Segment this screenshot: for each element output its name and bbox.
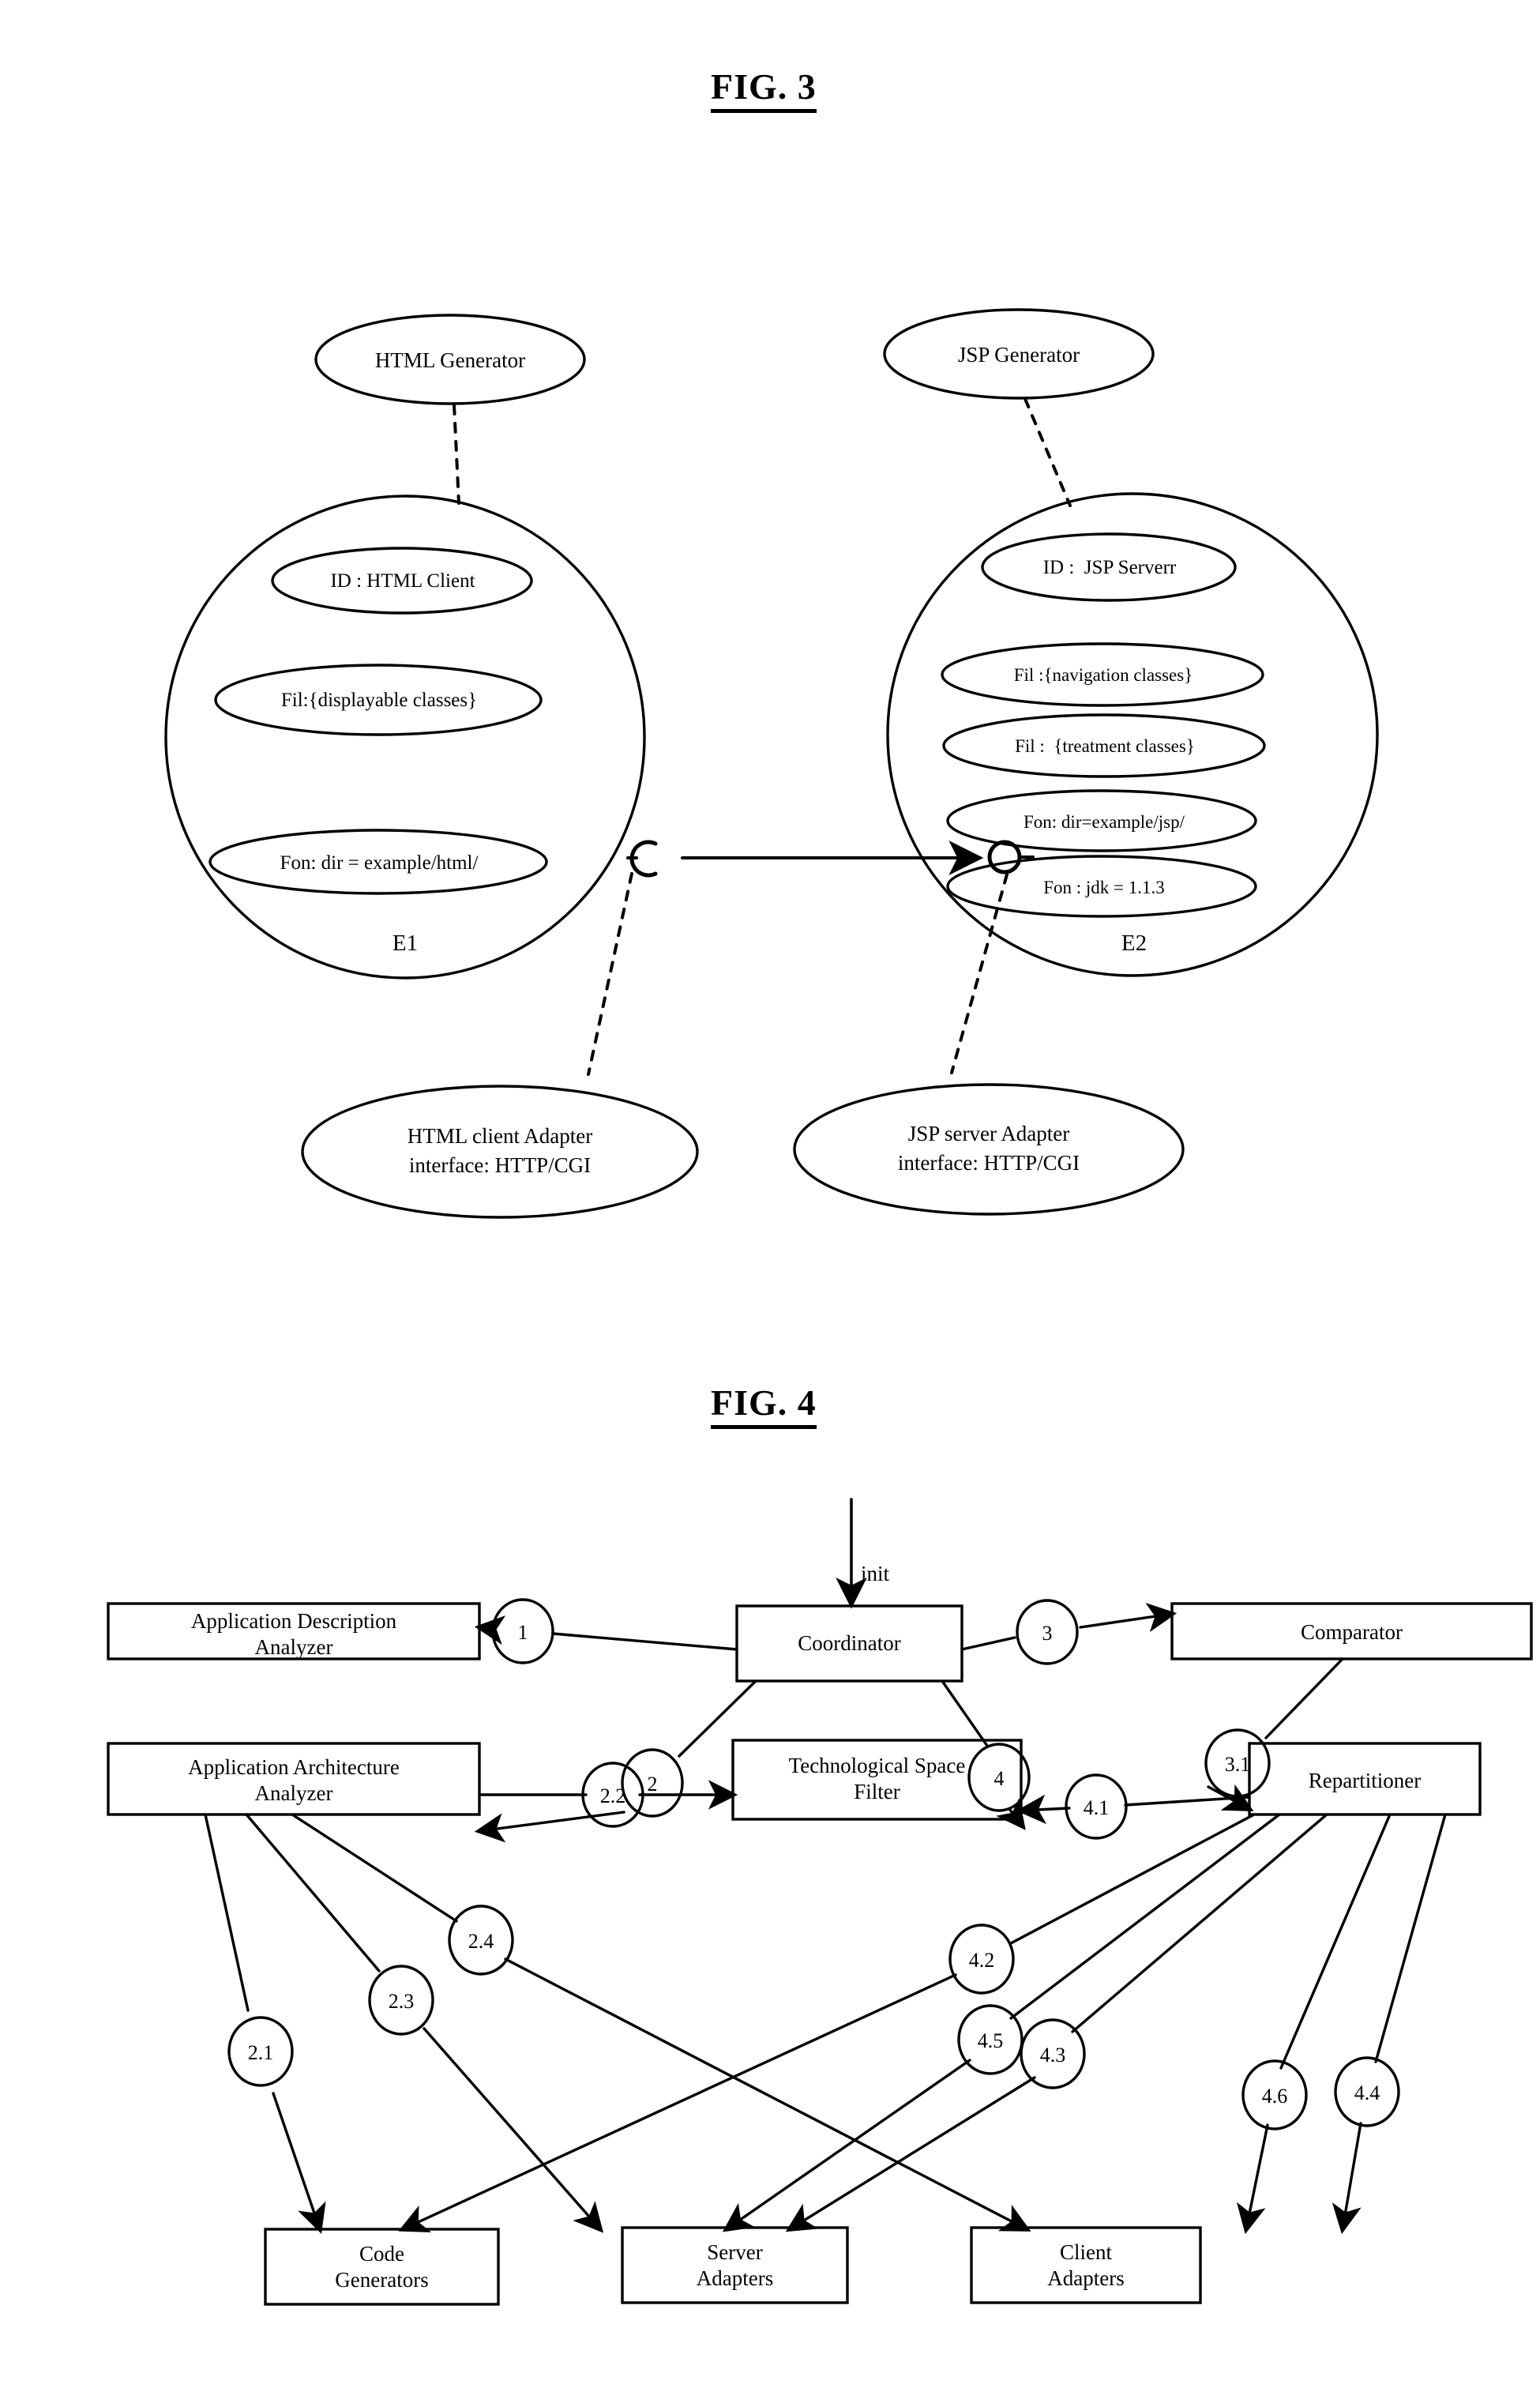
ellipse-e1-attr-1: [214, 664, 543, 736]
flow-line-45b: [722, 2059, 971, 2232]
flow-line-3a: [960, 1636, 1016, 1651]
dashed-link-html-generator: [453, 404, 460, 505]
drawing-linework: [107, 308, 1533, 2306]
ellipse-jsp-generator: [883, 308, 1155, 400]
rect-client-adapters: [970, 2226, 1202, 2304]
flow-line-23a: [245, 1813, 381, 1972]
flow-line-4a: [941, 1679, 989, 1747]
rect-server-adapters: [621, 2226, 849, 2304]
circle-flow-1: [491, 1598, 554, 1664]
ellipse-e1-attr-2: [208, 829, 548, 895]
circle-flow-4-2: [948, 1924, 1015, 1995]
flow-line-21a: [204, 1813, 250, 2012]
circle-flow-4-1: [1065, 1773, 1128, 1840]
rect-coordinator: [735, 1604, 963, 1683]
rect-application-description-analyzer: [107, 1602, 481, 1660]
ellipse-e2-attr-0: [981, 532, 1237, 602]
flow-line-2a: [678, 1679, 757, 1758]
patent-drawing-sheet: FIG. 3 HTML Generator JSP Generator ID :…: [0, 0, 1540, 2403]
rect-repartitioner: [1248, 1742, 1482, 1816]
flow-line-2b: [474, 1811, 625, 1843]
ellipse-jsp-server-adapter: [793, 1083, 1185, 1216]
flow-line-42b: [398, 1973, 957, 2232]
circle-flow-2-2: [581, 1762, 644, 1828]
circle-flow-4-6: [1241, 2059, 1308, 2130]
circle-flow-2: [621, 1748, 684, 1818]
ellipse-html-generator: [314, 314, 586, 405]
circle-component-e1: [164, 495, 646, 980]
flow-line-21b: [272, 2092, 326, 2234]
circle-flow-4-5: [957, 2004, 1024, 2075]
circle-component-e2: [886, 492, 1379, 977]
flow-line-23b: [423, 2027, 604, 2233]
rect-code-generators: [264, 2228, 500, 2306]
flow-line-1a: [551, 1632, 738, 1651]
flow-line-44b: [1332, 2122, 1362, 2235]
flow-line-3b: [1079, 1603, 1178, 1633]
rect-application-architecture-analyzer: [107, 1742, 481, 1816]
ellipse-e1-attr-0: [271, 547, 533, 615]
flow-line-41a: [1124, 1796, 1251, 1807]
ball-icon: [987, 840, 1022, 874]
ellipse-e2-attr-3: [946, 789, 1257, 852]
flow-line-46b: [1236, 2123, 1269, 2235]
circle-flow-3-1: [1204, 1728, 1271, 1798]
flow-line-24b: [504, 1957, 1031, 2232]
figure-3-title: FIG. 3: [711, 67, 817, 114]
circle-flow-2-3: [368, 1965, 434, 2036]
dashed-link-jsp-generator: [1024, 397, 1072, 507]
flow-line-1b: [474, 1615, 506, 1645]
figure-4-title: FIG. 4: [711, 1383, 817, 1430]
flow-line-43a: [1071, 1813, 1328, 2033]
ellipse-html-client-adapter: [301, 1085, 699, 1219]
flow-line-31a: [1264, 1657, 1344, 1739]
flow-line-24a: [291, 1813, 458, 1923]
circle-flow-3: [1016, 1599, 1079, 1665]
circle-flow-2-1: [227, 2016, 294, 2087]
flow-line-46a: [1279, 1813, 1392, 2070]
rect-comparator: [1170, 1602, 1533, 1660]
flow-line-45a: [1009, 1813, 1281, 2020]
dashed-link-html-adapter: [587, 872, 633, 1076]
ellipse-e2-attr-1: [941, 642, 1264, 707]
circle-flow-2-4: [448, 1905, 514, 1976]
ellipse-e2-attr-2: [942, 713, 1266, 778]
circle-flow-4-3: [1020, 2018, 1086, 2089]
flow-line-41b: [1016, 1794, 1071, 1825]
circle-flow-4-4: [1334, 2056, 1400, 2127]
flow-line-42a: [1009, 1813, 1256, 1945]
flow-line-44a: [1374, 1813, 1447, 2063]
